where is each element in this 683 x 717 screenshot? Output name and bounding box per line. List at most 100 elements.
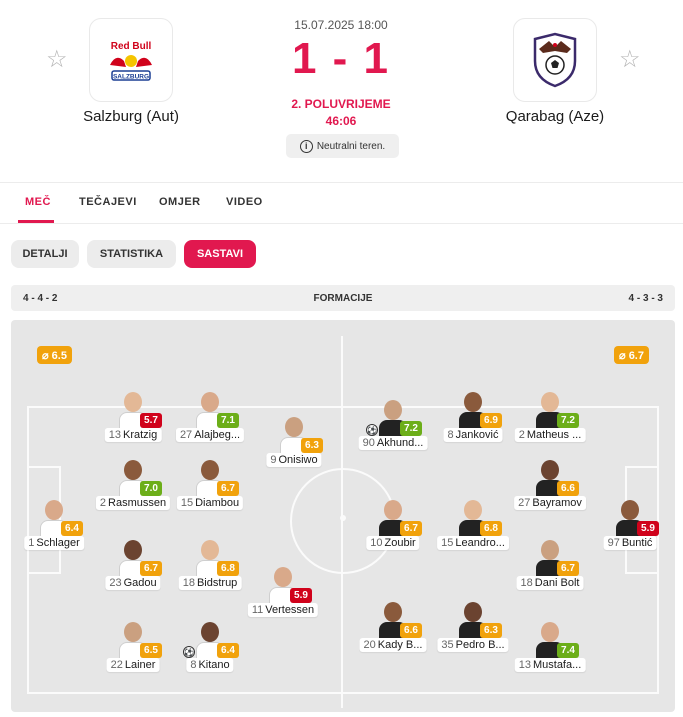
player-away[interactable]: 6.7 18 Dani Bolt [516,540,584,590]
player-away[interactable]: 6.9 8 Janković [443,392,503,442]
divider [0,182,683,183]
match-datetime: 15.07.2025 18:00 [294,18,388,32]
player-name: Bidstrup [196,577,238,589]
player-away[interactable]: 6.3 35 Pedro B... [437,602,509,652]
player-number: 27 [179,429,193,441]
home-team-logo[interactable]: Red Bull SALZBURG [89,18,173,102]
svg-text:SALZBURG: SALZBURG [113,74,149,81]
goal-ball-icon: ⚽ [366,424,378,436]
player-label: 97 Buntić [603,536,657,550]
player-name: Lainer [124,659,156,671]
player-name: Leandro... [455,537,505,549]
red-bull-salzburg-logo: Red Bull SALZBURG [104,33,158,87]
away-team-name[interactable]: Qarabag (Aze) [475,108,635,125]
player-home[interactable]: 6.7 15 Diambou [176,460,244,510]
player-number: 18 [182,577,195,589]
player-number: 15 [441,537,454,549]
favorite-home-star-icon[interactable]: ☆ [46,48,68,72]
player-away[interactable]: 6.7 10 Zoubir [366,500,422,550]
player-away[interactable]: 6.8 15 Leandro... [437,500,509,550]
player-label: 15 Leandro... [437,536,509,550]
away-team-logo[interactable] [513,18,597,102]
tab-ratio[interactable]: OMJER [159,196,201,208]
player-number: 2 [518,429,525,441]
player-away[interactable]: 7.2 2 Matheus ... [514,392,586,442]
home-team-name[interactable]: Salzburg (Aut) [51,108,211,125]
away-average-rating: ⌀ 6.7 [614,346,649,364]
player-rating: 6.5 [140,643,162,658]
match-header: ☆ Red Bull SALZBURG Salzburg (Aut) 15.07… [0,0,683,182]
player-name: Pedro B... [455,639,505,651]
svg-text:Red Bull: Red Bull [111,41,152,52]
player-rating: 6.7 [140,561,162,576]
player-name: Buntić [621,537,653,549]
player-name: Dani Bolt [534,577,580,589]
player-label: 2 Rasmussen [95,496,171,510]
player-away[interactable]: 6.6 27 Bayramov [514,460,586,510]
player-name: Janković [455,429,499,441]
subtab-lineups[interactable]: SASTAVI [184,240,256,268]
player-rating: 6.8 [217,561,239,576]
player-name: Diambou [195,497,240,509]
player-label: 13 Kratzig [104,428,162,442]
player-home[interactable]: 6.7 23 Gadou [105,540,162,590]
player-rating: 6.4 [61,521,83,536]
player-rating: 6.3 [480,623,502,638]
player-label: 18 Dani Bolt [516,576,584,590]
player-rating: 7.2 [557,413,579,428]
player-rating: 5.9 [290,588,312,603]
tab-odds[interactable]: TEČAJEVI [79,196,137,208]
player-home[interactable]: 6.5 22 Lainer [106,622,162,672]
subtab-statistics[interactable]: STATISTIKA [87,240,176,268]
tab-video[interactable]: VIDEO [226,196,263,208]
player-home[interactable]: 5.9 11 Vertessen [247,567,319,617]
player-rating: 6.7 [557,561,579,576]
player-home[interactable]: 6.4 ⚽ 8 Kitano [183,622,239,672]
player-away[interactable]: 6.6 20 Kady B... [359,602,427,652]
player-rating: 6.4 [217,643,239,658]
player-home[interactable]: 5.7 13 Kratzig [104,392,162,442]
tab-match[interactable]: MEČ [25,196,51,208]
player-rating: 6.7 [400,521,422,536]
player-label: 90 Akhund... [358,436,428,450]
player-number: 23 [109,577,122,589]
player-number: 8 [190,659,197,671]
player-label: 27 Alajbeg... [175,428,245,442]
player-label: 1 Schlager [24,536,84,550]
player-name: Alajbeg... [194,429,241,441]
player-label: 23 Gadou [105,576,161,590]
player-number: 18 [520,577,533,589]
player-away[interactable]: 5.9 97 Buntić [603,500,659,550]
player-number: 15 [180,497,194,509]
player-name: Gadou [123,577,157,589]
player-home[interactable]: 6.3 9 Onisiwo [266,417,323,467]
player-name: Zoubir [384,537,416,549]
match-score: 1 - 1 [291,34,391,83]
player-number: 10 [370,537,383,549]
player-rating: 7.1 [217,413,239,428]
player-name: Schlager [36,537,80,549]
player-rating: 6.6 [557,481,579,496]
player-home[interactable]: 6.8 18 Bidstrup [178,540,242,590]
player-number: 13 [108,429,121,441]
match-period: 2. POLUVRIJEME [291,97,391,111]
player-away[interactable]: 7.4 13 Mustafa... [514,622,586,672]
player-number: 1 [28,537,35,549]
player-name: Rasmussen [108,497,167,509]
favorite-away-star-icon[interactable]: ☆ [619,48,641,72]
player-rating: 6.3 [301,438,323,453]
player-rating: 6.9 [480,413,502,428]
player-away[interactable]: 7.2 ⚽ 90 Akhund... [358,400,428,450]
match-clock: 46:06 [325,114,357,128]
player-name: Onisiwo [278,454,318,466]
player-name: Bayramov [532,497,582,509]
center-spot [340,515,346,521]
player-number: 2 [99,497,107,509]
player-home[interactable]: 7.1 27 Alajbeg... [175,392,245,442]
formation-bar: 4 - 4 - 2 FORMACIJE 4 - 3 - 3 [11,285,675,311]
player-home[interactable]: 6.4 1 Schlager [24,500,84,550]
formation-title: FORMACIJE [313,293,373,304]
player-number: 20 [363,639,376,651]
subtab-details[interactable]: DETALJI [11,240,79,268]
player-home[interactable]: 7.0 2 Rasmussen [95,460,171,510]
